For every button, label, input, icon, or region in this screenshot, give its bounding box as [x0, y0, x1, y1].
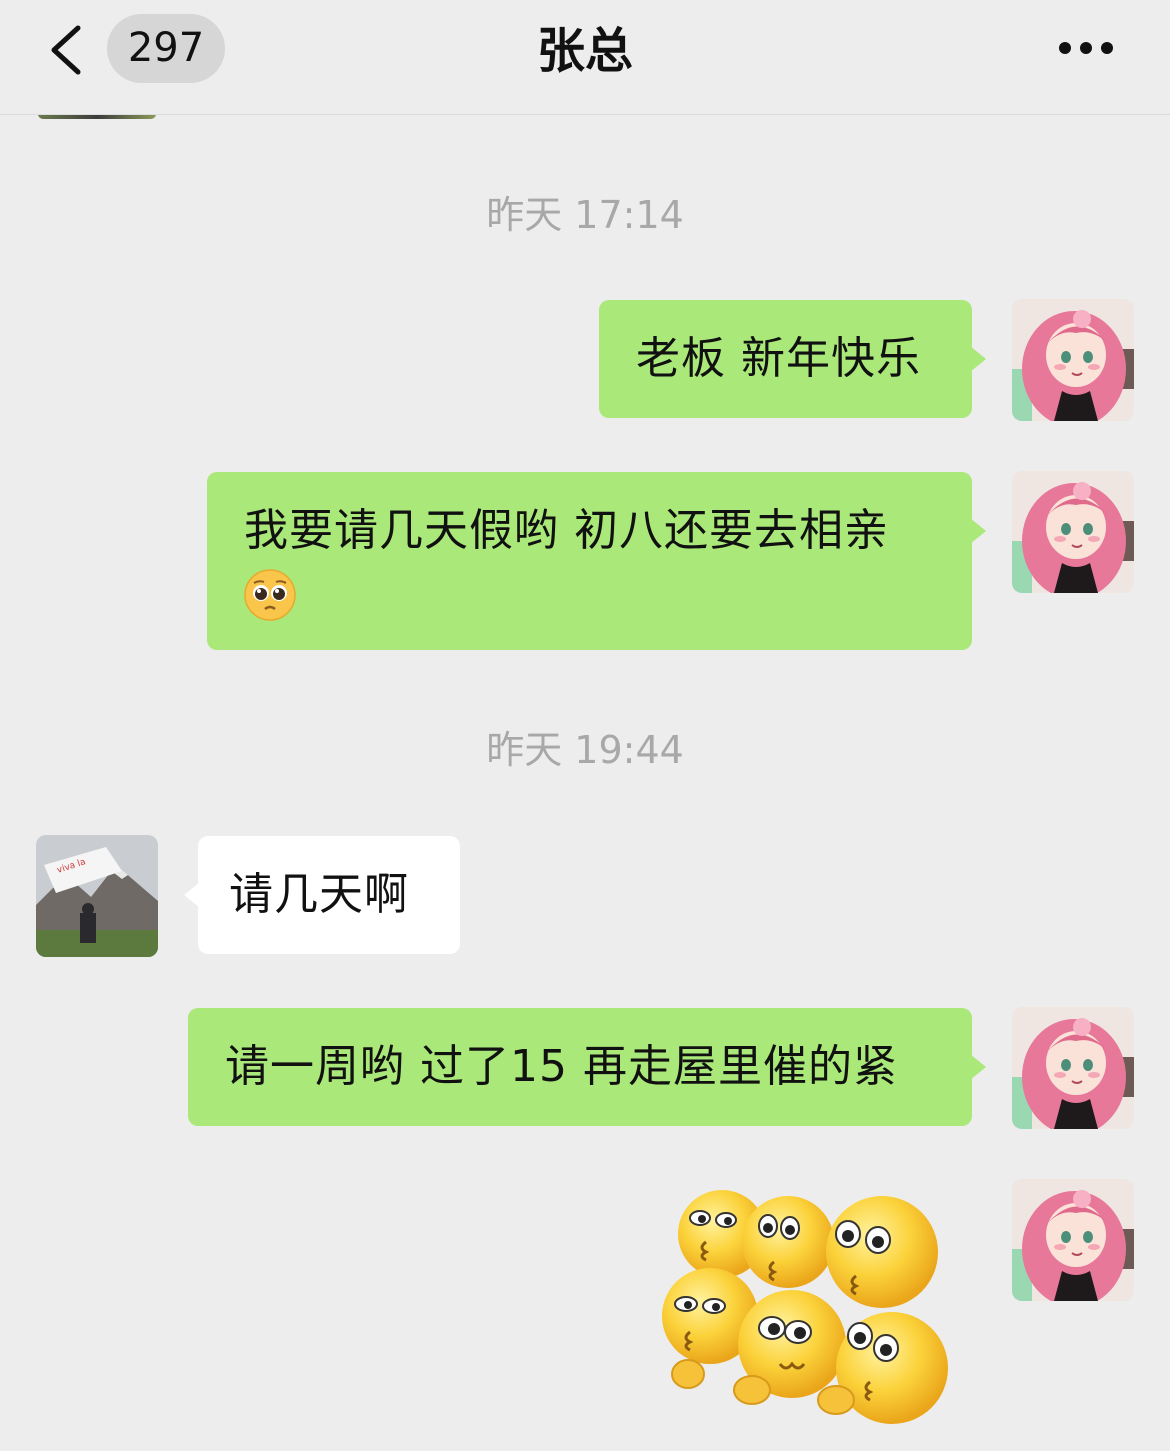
contact-avatar[interactable]: viva la: [36, 835, 158, 957]
message-text: 请一周哟 过了15 再走屋里催的紧: [225, 1041, 898, 1092]
emoji-faces-sticker[interactable]: [660, 1186, 960, 1426]
chat-title: 张总: [536, 23, 633, 79]
message-bubble[interactable]: 请几天啊: [184, 836, 460, 954]
pleading-face-emoji: [244, 569, 296, 621]
timestamp: 昨天 17:14: [486, 193, 684, 237]
more-dots-icon[interactable]: [1058, 40, 1114, 56]
mountain-flag-photo-image: viva la: [36, 835, 158, 957]
anime-girl-avatar-image: [1012, 1007, 1134, 1129]
timestamp: 昨天 19:44: [486, 728, 684, 772]
message-bubble[interactable]: 我要请几天假哟 初八还要去相亲: [207, 472, 986, 650]
chat-header: 297 张总: [0, 0, 1170, 115]
message-bubble[interactable]: 老板 新年快乐: [599, 300, 986, 418]
message-text: 我要请几天假哟 初八还要去相亲: [244, 505, 889, 556]
message-text: 请几天啊: [229, 869, 409, 920]
anime-girl-avatar-image: [1012, 471, 1134, 593]
message-bubble[interactable]: 请一周哟 过了15 再走屋里催的紧: [188, 1008, 986, 1126]
anime-girl-avatar-image: [1012, 1179, 1134, 1301]
my-avatar[interactable]: [1012, 1179, 1134, 1301]
my-avatar[interactable]: [1012, 471, 1134, 593]
message-text: 老板 新年快乐: [636, 333, 921, 384]
my-avatar[interactable]: [1012, 1007, 1134, 1129]
anime-girl-avatar-image: [1012, 299, 1134, 421]
my-avatar[interactable]: [1012, 299, 1134, 421]
